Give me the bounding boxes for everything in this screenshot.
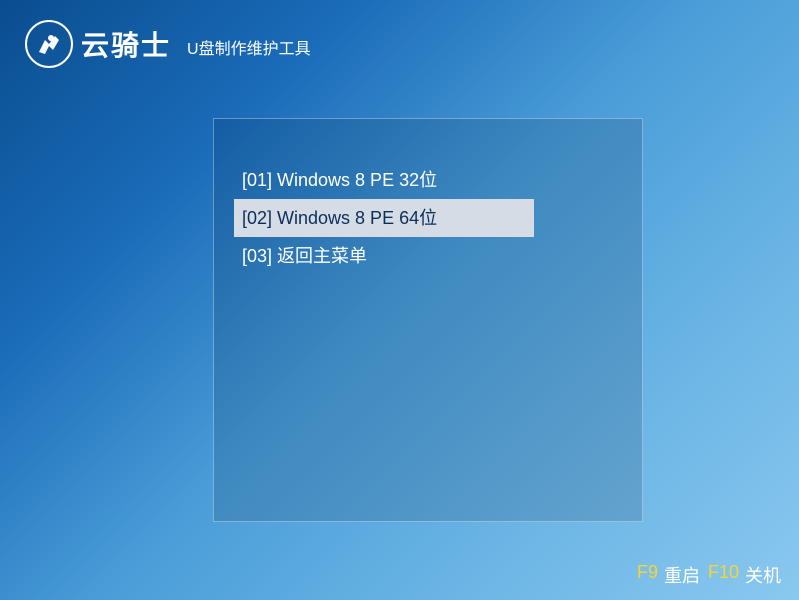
header: 云骑士 U盘制作维护工具 xyxy=(0,0,799,88)
footer-hotkeys: F9 重启 F10 关机 xyxy=(637,562,781,588)
menu-item-win8pe-64[interactable]: [02] Windows 8 PE 64位 xyxy=(234,199,534,237)
brand-name: 云骑士 xyxy=(81,24,171,64)
hotkey-f10-label: 关机 xyxy=(745,562,781,588)
boot-menu-container: [01] Windows 8 PE 32位 [02] Windows 8 PE … xyxy=(213,118,643,522)
boot-menu-list: [01] Windows 8 PE 32位 [02] Windows 8 PE … xyxy=(214,119,642,275)
hotkey-f9-key: F9 xyxy=(637,562,658,588)
hotkey-shutdown[interactable]: F10 关机 xyxy=(708,562,781,588)
menu-item-win8pe-32[interactable]: [01] Windows 8 PE 32位 xyxy=(234,161,534,199)
brand-logo-icon xyxy=(25,20,73,68)
brand-subtitle: U盘制作维护工具 xyxy=(187,35,311,59)
hotkey-restart[interactable]: F9 重启 xyxy=(637,562,700,588)
hotkey-f9-label: 重启 xyxy=(664,562,700,588)
menu-item-return-main[interactable]: [03] 返回主菜单 xyxy=(234,237,534,275)
hotkey-f10-key: F10 xyxy=(708,562,739,588)
